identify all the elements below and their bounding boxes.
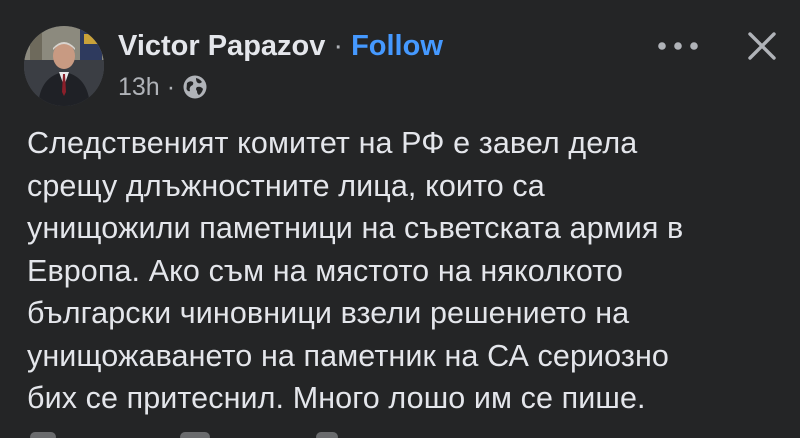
post-body-text: Следственият комитет на РФ е завел дела … bbox=[27, 126, 684, 415]
reactions-bar-partial bbox=[0, 428, 800, 438]
more-options-button[interactable] bbox=[650, 26, 706, 66]
reaction-icon-partial bbox=[30, 432, 56, 438]
author-name[interactable]: Victor Papazov bbox=[118, 30, 325, 63]
follow-button[interactable]: Follow bbox=[351, 30, 443, 63]
post-header: Victor Papazov · Follow bbox=[118, 26, 443, 66]
reaction-icon-partial bbox=[180, 432, 210, 438]
post-timestamp[interactable]: 13h bbox=[118, 73, 160, 102]
facebook-post: Victor Papazov · Follow 13h · Следствени… bbox=[0, 0, 800, 438]
close-button[interactable] bbox=[738, 22, 786, 70]
name-separator: · bbox=[333, 29, 344, 62]
post-meta: 13h · bbox=[118, 70, 208, 104]
author-avatar[interactable] bbox=[24, 26, 104, 106]
globe-icon bbox=[182, 74, 208, 100]
more-horizontal-icon bbox=[658, 42, 698, 50]
reaction-icon-partial bbox=[316, 432, 338, 438]
meta-separator: · bbox=[166, 72, 176, 101]
close-icon bbox=[748, 32, 776, 60]
avatar-photo bbox=[24, 26, 104, 106]
